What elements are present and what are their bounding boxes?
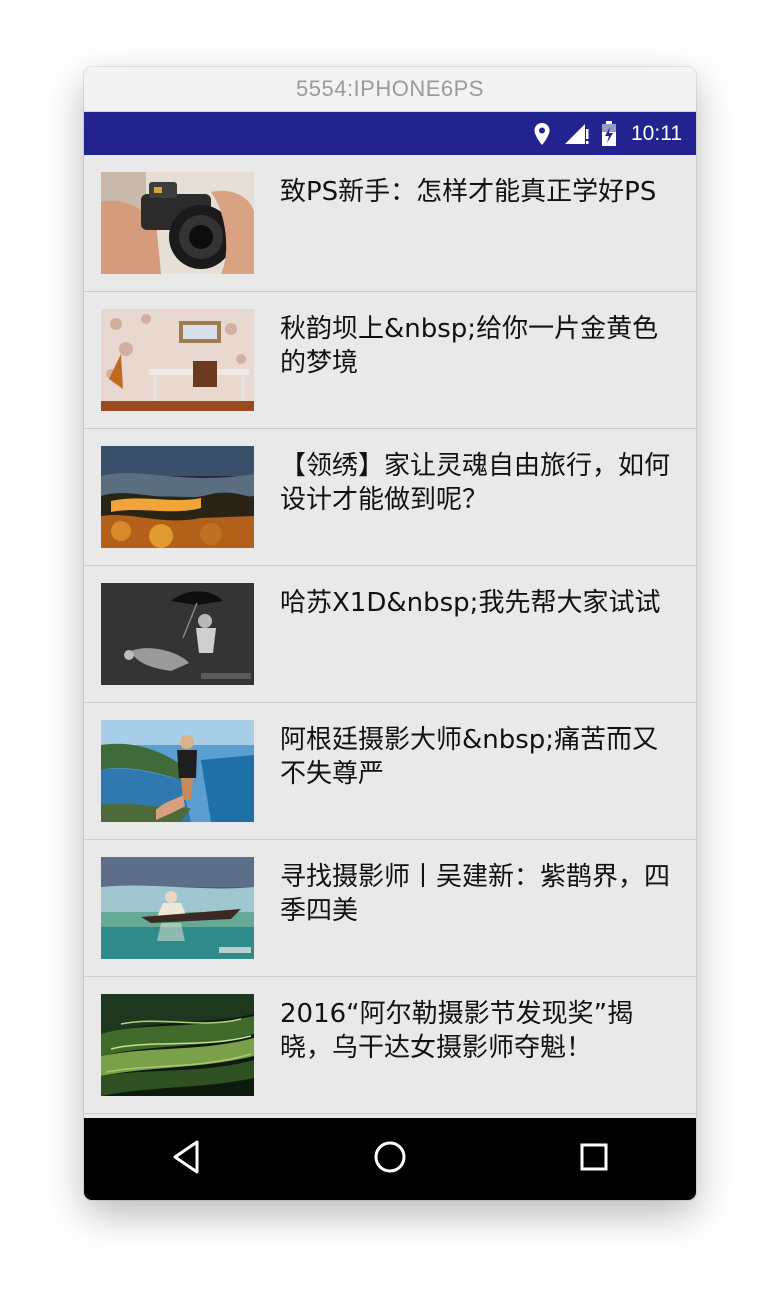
signal-icon bbox=[563, 122, 589, 146]
location-icon bbox=[533, 122, 551, 146]
recents-icon bbox=[579, 1142, 609, 1176]
navigation-bar bbox=[84, 1118, 696, 1200]
article-thumbnail bbox=[101, 994, 254, 1096]
article-title: 致PS新手：怎样才能真正学好PS bbox=[280, 177, 657, 207]
article-thumbnail bbox=[101, 309, 254, 411]
window-title: 5554:IPHONE6PS bbox=[296, 76, 484, 101]
article-title: 2016“阿尔勒摄影节发现奖”揭晓，乌干达女摄影师夺魁！ bbox=[280, 999, 634, 1063]
recents-button[interactable] bbox=[554, 1129, 634, 1189]
back-icon bbox=[171, 1140, 201, 1178]
status-bar: 10:11 bbox=[84, 112, 696, 155]
list-item[interactable]: 阿根廷摄影大师&nbsp;痛苦而又不失尊严 bbox=[84, 703, 696, 840]
status-time: 10:11 bbox=[631, 121, 682, 145]
list-item[interactable]: 2016“阿尔勒摄影节发现奖”揭晓，乌干达女摄影师夺魁！ bbox=[84, 977, 696, 1114]
article-title: 【领绣】家让灵魂自由旅行，如何设计才能做到呢？ bbox=[280, 451, 671, 515]
battery-icon bbox=[601, 120, 617, 147]
window-titlebar: 5554:IPHONE6PS bbox=[84, 67, 696, 112]
article-title: 哈苏X1D&nbsp;我先帮大家试试 bbox=[280, 588, 661, 618]
emulator-window: 5554:IPHONE6PS 10:11 致PS新手：怎样才能真正学好PS 秋韵… bbox=[84, 67, 696, 1200]
article-thumbnail bbox=[101, 857, 254, 959]
article-title: 寻找摄影师丨吴建新：紫鹊界，四季四美 bbox=[280, 862, 671, 926]
list-item[interactable]: 致PS新手：怎样才能真正学好PS bbox=[84, 155, 696, 292]
list-item[interactable]: 哈苏X1D&nbsp;我先帮大家试试 bbox=[84, 566, 696, 703]
list-item[interactable]: 秋韵坝上&nbsp;给你一片金黄色的梦境 bbox=[84, 292, 696, 429]
back-button[interactable] bbox=[146, 1129, 226, 1189]
article-title: 阿根廷摄影大师&nbsp;痛苦而又不失尊严 bbox=[280, 725, 659, 789]
article-thumbnail bbox=[101, 583, 254, 685]
article-list[interactable]: 致PS新手：怎样才能真正学好PS 秋韵坝上&nbsp;给你一片金黄色的梦境 【领… bbox=[84, 155, 696, 1116]
article-title: 秋韵坝上&nbsp;给你一片金黄色的梦境 bbox=[280, 314, 659, 378]
article-thumbnail bbox=[101, 720, 254, 822]
article-thumbnail bbox=[101, 446, 254, 548]
list-item[interactable]: 【领绣】家让灵魂自由旅行，如何设计才能做到呢？ bbox=[84, 429, 696, 566]
home-icon bbox=[373, 1140, 407, 1178]
home-button[interactable] bbox=[350, 1129, 430, 1189]
article-thumbnail bbox=[101, 172, 254, 274]
list-item[interactable]: 寻找摄影师丨吴建新：紫鹊界，四季四美 bbox=[84, 840, 696, 977]
